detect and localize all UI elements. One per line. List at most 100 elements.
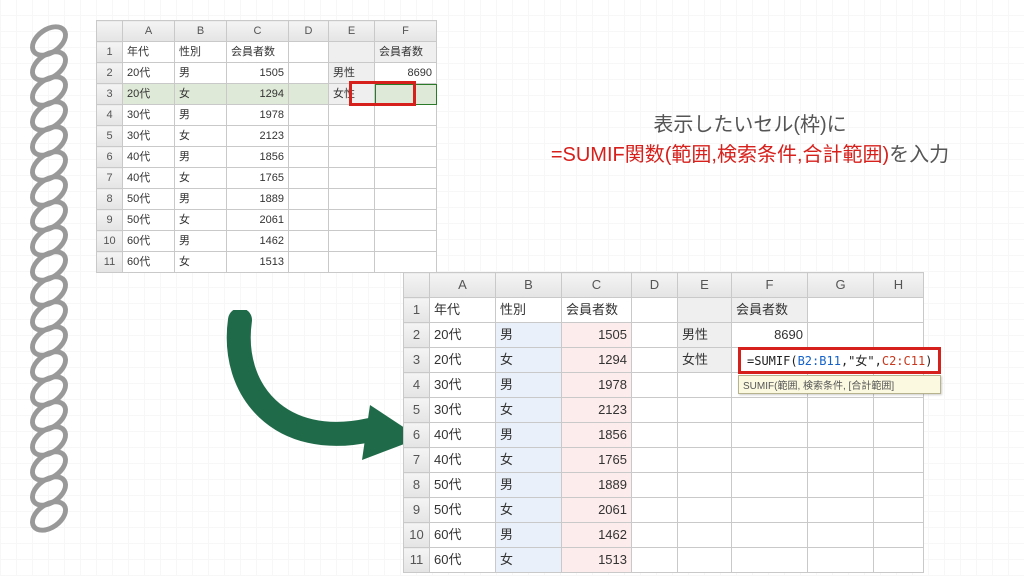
col-C[interactable]: C xyxy=(562,273,632,298)
cell[interactable] xyxy=(632,348,678,373)
cell[interactable]: 男 xyxy=(496,523,562,548)
cell[interactable] xyxy=(289,63,329,84)
cell[interactable]: 50代 xyxy=(430,498,496,523)
cell[interactable] xyxy=(874,448,924,473)
cell[interactable]: 女 xyxy=(175,210,227,231)
row-11[interactable]: 11 xyxy=(404,548,430,573)
col-F[interactable]: F xyxy=(375,21,437,42)
cell[interactable]: 女 xyxy=(496,448,562,473)
cell[interactable] xyxy=(808,473,874,498)
cell[interactable]: 1294 xyxy=(562,348,632,373)
cell[interactable] xyxy=(874,523,924,548)
cell[interactable]: 女 xyxy=(496,498,562,523)
cell[interactable]: 男 xyxy=(496,373,562,398)
cell[interactable]: 30代 xyxy=(123,126,175,147)
col-G[interactable]: G xyxy=(808,273,874,298)
row-7[interactable]: 7 xyxy=(97,168,123,189)
cell[interactable]: 女 xyxy=(175,84,227,105)
cell[interactable] xyxy=(289,126,329,147)
cell[interactable]: 8690 xyxy=(732,323,808,348)
cell[interactable] xyxy=(874,498,924,523)
row-1[interactable]: 1 xyxy=(97,42,123,63)
cell[interactable] xyxy=(678,373,732,398)
col-B[interactable]: B xyxy=(496,273,562,298)
cell[interactable]: 男 xyxy=(175,231,227,252)
target-cell-f3[interactable] xyxy=(375,84,437,105)
cell[interactable]: 30代 xyxy=(430,398,496,423)
cell[interactable] xyxy=(678,548,732,573)
cell[interactable] xyxy=(375,210,437,231)
cell[interactable] xyxy=(732,548,808,573)
cell[interactable] xyxy=(732,423,808,448)
cell[interactable] xyxy=(289,105,329,126)
cell[interactable]: 20代 xyxy=(430,348,496,373)
cell[interactable] xyxy=(678,423,732,448)
cell[interactable]: 男 xyxy=(175,105,227,126)
cell[interactable]: 男 xyxy=(496,423,562,448)
cell[interactable]: 60代 xyxy=(123,231,175,252)
cell[interactable]: 40代 xyxy=(123,168,175,189)
cell[interactable] xyxy=(329,252,375,273)
cell[interactable] xyxy=(732,523,808,548)
cell[interactable]: 1978 xyxy=(227,105,289,126)
cell[interactable] xyxy=(289,147,329,168)
cell[interactable] xyxy=(375,252,437,273)
cell[interactable]: 20代 xyxy=(430,323,496,348)
cell[interactable] xyxy=(375,189,437,210)
cell[interactable]: 8690 xyxy=(375,63,437,84)
cell[interactable]: 2061 xyxy=(562,498,632,523)
cell[interactable]: 20代 xyxy=(123,84,175,105)
cell[interactable] xyxy=(808,523,874,548)
row-8[interactable]: 8 xyxy=(97,189,123,210)
cell[interactable] xyxy=(375,105,437,126)
cell[interactable] xyxy=(289,252,329,273)
row-4[interactable]: 4 xyxy=(404,373,430,398)
cell[interactable]: 50代 xyxy=(430,473,496,498)
cell[interactable] xyxy=(329,147,375,168)
cell[interactable]: 性別 xyxy=(496,298,562,323)
col-E[interactable]: E xyxy=(678,273,732,298)
cell[interactable]: 2123 xyxy=(562,398,632,423)
row-7[interactable]: 7 xyxy=(404,448,430,473)
cell[interactable]: 会員者数 xyxy=(375,42,437,63)
cell[interactable]: 男性 xyxy=(329,63,375,84)
cell[interactable]: 50代 xyxy=(123,210,175,231)
cell[interactable] xyxy=(632,298,678,323)
cell[interactable] xyxy=(329,126,375,147)
cell[interactable] xyxy=(632,398,678,423)
cell[interactable]: 1513 xyxy=(562,548,632,573)
cell[interactable]: 会員者数 xyxy=(562,298,632,323)
cell[interactable]: 1856 xyxy=(562,423,632,448)
row-11[interactable]: 11 xyxy=(97,252,123,273)
cell[interactable] xyxy=(808,548,874,573)
col-H[interactable]: H xyxy=(874,273,924,298)
row-5[interactable]: 5 xyxy=(404,398,430,423)
cell[interactable] xyxy=(329,42,375,63)
cell[interactable]: 1513 xyxy=(227,252,289,273)
cell[interactable] xyxy=(632,373,678,398)
cell[interactable] xyxy=(732,498,808,523)
cell[interactable]: 1889 xyxy=(227,189,289,210)
cell[interactable] xyxy=(732,448,808,473)
cell[interactable]: 年代 xyxy=(430,298,496,323)
cell[interactable]: 女 xyxy=(496,348,562,373)
col-D[interactable]: D xyxy=(289,21,329,42)
cell[interactable] xyxy=(329,105,375,126)
row-2[interactable]: 2 xyxy=(97,63,123,84)
cell[interactable]: 1505 xyxy=(562,323,632,348)
cell[interactable] xyxy=(678,398,732,423)
row-6[interactable]: 6 xyxy=(404,423,430,448)
cell[interactable] xyxy=(678,473,732,498)
cell[interactable]: 性別 xyxy=(175,42,227,63)
col-F[interactable]: F xyxy=(732,273,808,298)
cell[interactable]: 会員者数 xyxy=(227,42,289,63)
row-9[interactable]: 9 xyxy=(97,210,123,231)
row-10[interactable]: 10 xyxy=(404,523,430,548)
col-D[interactable]: D xyxy=(632,273,678,298)
cell[interactable]: 男 xyxy=(496,323,562,348)
cell[interactable]: 1765 xyxy=(562,448,632,473)
cell[interactable]: 会員者数 xyxy=(732,298,808,323)
cell[interactable]: 2061 xyxy=(227,210,289,231)
cell[interactable] xyxy=(289,84,329,105)
row-8[interactable]: 8 xyxy=(404,473,430,498)
